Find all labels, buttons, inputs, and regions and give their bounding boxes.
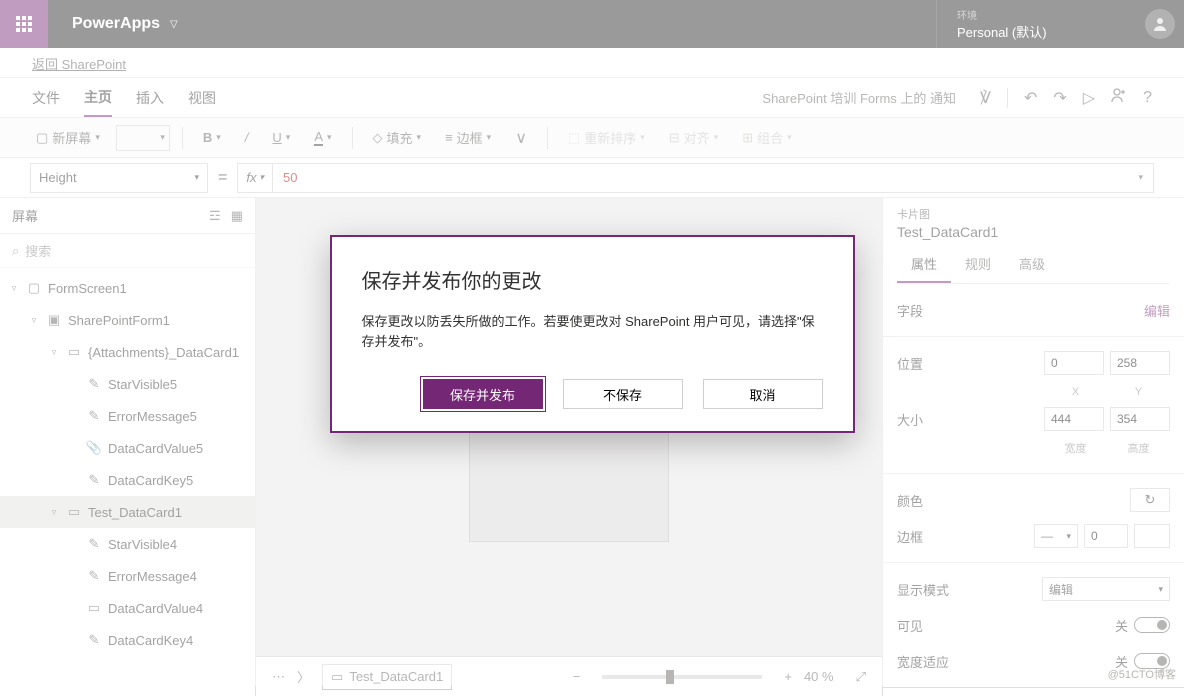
- save-publish-dialog: 保存并发布你的更改 保存更改以防丢失所做的工作。若要使更改对 SharePoin…: [330, 235, 855, 433]
- cancel-button[interactable]: 取消: [703, 379, 823, 409]
- save-publish-button[interactable]: 保存并发布: [423, 379, 543, 409]
- dont-save-button[interactable]: 不保存: [563, 379, 683, 409]
- dialog-title: 保存并发布你的更改: [362, 265, 823, 294]
- watermark: @51CTO博客: [1108, 666, 1176, 682]
- dialog-body: 保存更改以防丢失所做的工作。若要使更改对 SharePoint 用户可见，请选择…: [362, 312, 823, 351]
- modal-overlay: 保存并发布你的更改 保存更改以防丢失所做的工作。若要使更改对 SharePoin…: [0, 0, 1184, 686]
